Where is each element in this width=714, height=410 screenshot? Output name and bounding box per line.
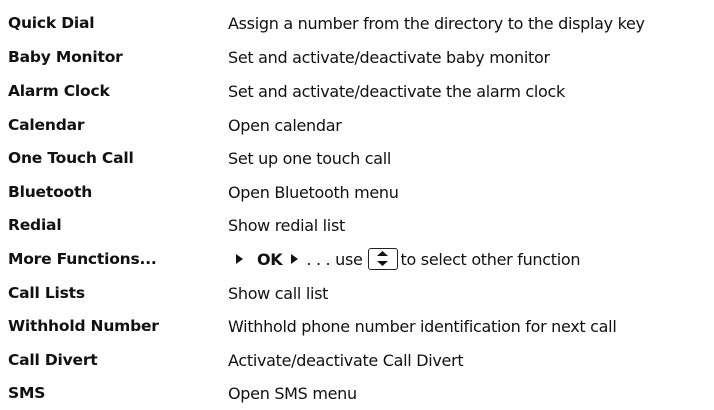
- table-row: Call Lists Show call list: [0, 276, 714, 310]
- function-name: Call Divert: [8, 351, 98, 369]
- function-description: Show call list: [228, 283, 329, 303]
- function-description: Assign a number from the directory to th…: [228, 13, 645, 33]
- function-name: Quick Dial: [8, 14, 95, 32]
- function-description: Open calendar: [228, 115, 342, 135]
- function-description: Activate/deactivate Call Divert: [228, 350, 464, 370]
- function-description: Set up one touch call: [228, 148, 392, 168]
- table-row: Withhold Number Withhold phone number id…: [0, 309, 714, 343]
- function-name: More Functions...: [8, 250, 157, 268]
- function-name: Baby Monitor: [8, 48, 123, 66]
- triangle-right-icon: [291, 254, 299, 264]
- function-description: Open SMS menu: [228, 383, 357, 403]
- table-row: Quick Dial Assign a number from the dire…: [0, 6, 714, 40]
- table-row: One Touch Call Set up one touch call: [0, 141, 714, 175]
- table-row: Bluetooth Open Bluetooth menu: [0, 175, 714, 209]
- function-name: Withhold Number: [8, 317, 159, 335]
- table-row: Alarm Clock Set and activate/deactivate …: [0, 74, 714, 108]
- function-table: Quick Dial Assign a number from the dire…: [0, 0, 714, 408]
- function-description: Show redial list: [228, 215, 345, 235]
- triangle-right-icon: [236, 254, 243, 264]
- control-key-up-down-icon: [367, 248, 398, 270]
- table-row: Call Divert Activate/deactivate Call Div…: [0, 343, 714, 377]
- table-row: SMS Open SMS menu: [0, 376, 714, 410]
- function-name: Bluetooth: [8, 183, 93, 201]
- function-description: Open Bluetooth menu: [228, 182, 399, 202]
- function-description: Withhold phone number identification for…: [228, 316, 617, 336]
- function-description: Set and activate/deactivate baby monitor: [228, 47, 550, 67]
- function-name: Alarm Clock: [8, 82, 110, 100]
- table-row: Calendar Open calendar: [0, 108, 714, 142]
- instruction-text-end: to select other function: [400, 249, 581, 269]
- table-row: Baby Monitor Set and activate/deactivate…: [0, 40, 714, 74]
- function-name: Calendar: [8, 116, 85, 134]
- function-description: Set and activate/deactivate the alarm cl…: [228, 81, 566, 101]
- table-row: More Functions... OK . . . use to select…: [0, 242, 714, 276]
- function-description: OK . . . use to select other function: [228, 248, 581, 270]
- function-name: Call Lists: [8, 284, 85, 302]
- table-row: Redial Show redial list: [0, 208, 714, 242]
- function-name: One Touch Call: [8, 149, 134, 167]
- function-name: Redial: [8, 216, 62, 234]
- ok-key-label: OK: [257, 249, 283, 269]
- instruction-text: . . . use: [306, 249, 363, 269]
- function-name: SMS: [8, 384, 46, 402]
